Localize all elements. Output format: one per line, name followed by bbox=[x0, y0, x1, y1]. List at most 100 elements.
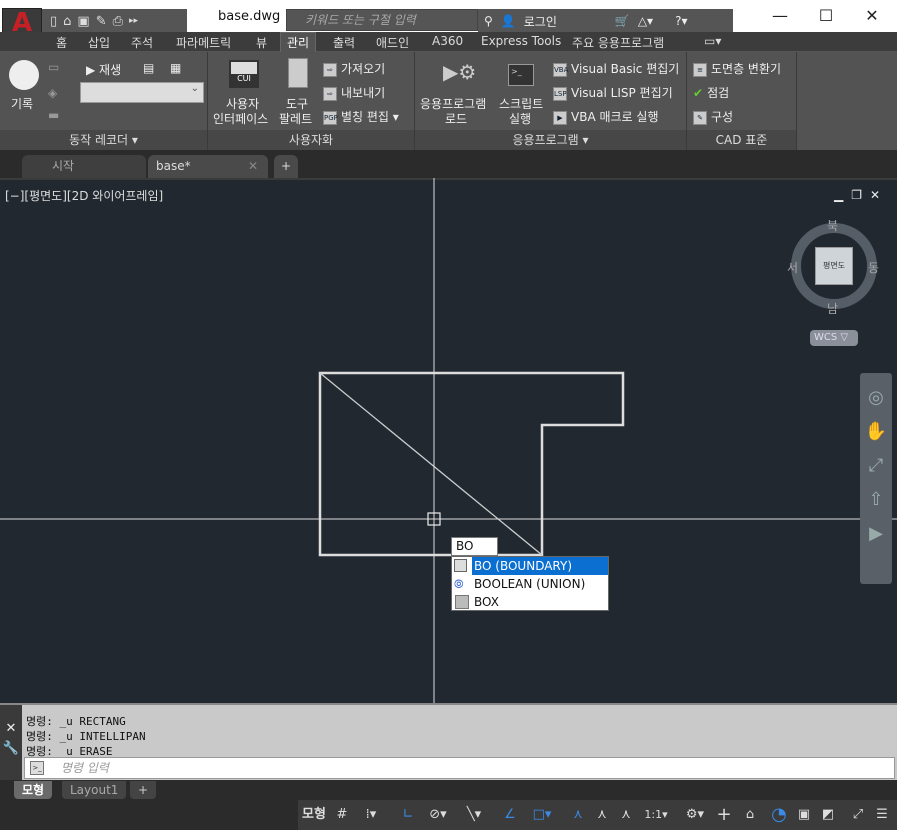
steering-wheel-icon[interactable]: ◎ bbox=[860, 381, 892, 415]
diagonal-line[interactable] bbox=[319, 372, 543, 556]
record-icon[interactable] bbox=[9, 60, 39, 90]
autoscale-icon[interactable]: ⋏ bbox=[592, 804, 612, 826]
edit-aliases-button[interactable]: PGP 별칭 편집 ▾ bbox=[323, 108, 399, 125]
ortho-icon[interactable]: ∟ bbox=[398, 804, 418, 826]
new-layout-button[interactable]: + bbox=[130, 781, 157, 799]
grid-icon[interactable]: # bbox=[332, 804, 352, 826]
preferences-icon[interactable]: ▤ bbox=[143, 61, 154, 75]
hardware-acceleration-icon[interactable]: ◩ bbox=[818, 804, 838, 826]
tool-palette-icon[interactable] bbox=[288, 58, 308, 88]
close-tab-icon[interactable]: ✕ bbox=[248, 155, 258, 177]
panel-label[interactable]: 응용프로그램 ▾ bbox=[415, 130, 686, 150]
print-icon[interactable]: ⎙ bbox=[113, 14, 123, 29]
tab-a360[interactable]: A360 bbox=[432, 34, 463, 48]
search-input[interactable]: 키워드 또는 구절 입력 bbox=[286, 9, 478, 31]
tab-featured-apps[interactable]: 주요 응용프로그램 bbox=[572, 34, 664, 51]
fullscreen-icon[interactable]: ⤢ bbox=[848, 804, 868, 826]
save-as-icon[interactable]: ✎ bbox=[96, 14, 107, 29]
file-tab-base[interactable]: base* ✕ bbox=[148, 155, 268, 178]
save-icon[interactable]: ▣ bbox=[77, 14, 89, 29]
new-icon[interactable]: ▯ bbox=[50, 14, 57, 29]
tab-model[interactable]: 모형 bbox=[14, 781, 53, 799]
lisp-editor-button[interactable]: LSP Visual LISP 편집기 bbox=[553, 84, 673, 101]
layer-translator-button[interactable]: ≡ 도면층 변환기 bbox=[693, 60, 781, 77]
import-button[interactable]: ⇨ 가져오기 bbox=[323, 60, 385, 77]
lock-ui-icon[interactable]: ▣ bbox=[794, 804, 814, 826]
pan-icon[interactable]: ✋ bbox=[860, 415, 892, 449]
check-button[interactable]: ✔ 점검 bbox=[693, 84, 729, 101]
viewport-controls[interactable]: [−][평면도][2D 와이어프레임] bbox=[5, 187, 163, 204]
tab-addins[interactable]: 애드인 bbox=[376, 34, 409, 51]
tab-home[interactable]: 홈 bbox=[56, 34, 67, 51]
object-snap-icon[interactable]: □▾ bbox=[524, 804, 560, 826]
orbit-icon[interactable]: ⇧ bbox=[860, 483, 892, 517]
vb-editor-button[interactable]: VBA Visual Basic 편집기 bbox=[553, 60, 679, 77]
open-icon[interactable]: ⌂ bbox=[63, 14, 71, 29]
tab-manage[interactable]: 관리 bbox=[280, 32, 317, 52]
customize-wrench-icon[interactable]: 🔧 bbox=[0, 739, 22, 759]
l-shape-polyline[interactable] bbox=[318, 371, 625, 557]
tab-view[interactable]: 뷰 bbox=[256, 34, 267, 51]
macro-dropdown[interactable]: ⌄ bbox=[80, 82, 204, 103]
a360-icon[interactable]: △▾ bbox=[638, 14, 653, 28]
drawing-canvas[interactable] bbox=[0, 178, 897, 703]
quick-properties-icon[interactable]: ◔ bbox=[768, 804, 790, 826]
tab-annotate[interactable]: 주석 bbox=[131, 34, 153, 51]
units-icon[interactable]: ⌂ bbox=[740, 804, 760, 826]
polar-icon[interactable]: ⊘▾ bbox=[422, 804, 454, 826]
compass-north[interactable]: 북 bbox=[827, 217, 838, 234]
tab-insert[interactable]: 삽입 bbox=[88, 34, 110, 51]
minimize-button[interactable]: — bbox=[765, 6, 795, 25]
isodraft-icon[interactable]: ╲▾ bbox=[458, 804, 490, 826]
annotation-scale-icon[interactable]: ⋏ bbox=[616, 804, 636, 826]
tab-output[interactable]: 출력 bbox=[333, 34, 355, 51]
model-space-button[interactable]: 모형 bbox=[300, 804, 328, 826]
compass-east[interactable]: 동 bbox=[868, 259, 879, 276]
viewcube-top-face[interactable]: 평면도 bbox=[815, 247, 853, 285]
play-button[interactable]: ▶ 재생 bbox=[86, 61, 121, 78]
snap-icon[interactable]: ⁞▾ bbox=[356, 804, 386, 826]
maximize-button[interactable]: ☐ bbox=[811, 6, 841, 25]
object-snap-tracking-icon[interactable]: ∠ bbox=[500, 804, 520, 826]
close-command-icon[interactable]: ✕ bbox=[0, 719, 22, 739]
annotation-scale-dropdown[interactable]: 1:1▾ bbox=[640, 804, 672, 826]
message-icon[interactable]: ▭ bbox=[48, 60, 59, 74]
login-button[interactable]: 로그인 bbox=[524, 13, 557, 30]
compass-south[interactable]: 남 bbox=[827, 300, 838, 317]
run-vba-macro-button[interactable]: ▶ VBA 매크로 실행 bbox=[553, 108, 658, 125]
cui-icon[interactable]: CUI bbox=[229, 60, 259, 88]
export-button[interactable]: ⇨ 내보내기 bbox=[323, 84, 385, 101]
cart-icon[interactable]: 🛒 bbox=[615, 14, 630, 28]
showmotion-icon[interactable]: ▶ bbox=[860, 517, 892, 551]
compass-west[interactable]: 서 bbox=[787, 259, 798, 276]
new-tab-button[interactable]: + bbox=[274, 155, 298, 178]
annotation-monitor-icon[interactable]: + bbox=[714, 804, 734, 826]
user-input-icon[interactable]: ◈ bbox=[48, 86, 57, 100]
customize-menu-icon[interactable]: ☰ bbox=[872, 804, 892, 826]
load-application-icon[interactable]: ▶⚙ bbox=[443, 60, 476, 84]
more-icon[interactable]: ▸▸ bbox=[129, 16, 138, 26]
command-input[interactable]: >_ 명령 입력 bbox=[24, 757, 895, 779]
configure-button[interactable]: ✎ 구성 bbox=[693, 108, 733, 125]
ribbon-minimize-icon[interactable]: ▭▾ bbox=[704, 34, 721, 48]
zoom-extents-icon[interactable]: ⤢ bbox=[860, 449, 892, 483]
workspace-gear-icon[interactable]: ⚙▾ bbox=[678, 804, 712, 826]
suggestion-box[interactable]: BOX bbox=[452, 593, 608, 611]
panel-label[interactable]: 동작 레코더 ▾ bbox=[0, 130, 207, 150]
manage-macros-icon[interactable]: ▦ bbox=[170, 61, 181, 75]
suggestion-boundary[interactable]: BO (BOUNDARY) bbox=[454, 557, 608, 575]
tab-parametric[interactable]: 파라메트릭 bbox=[176, 34, 231, 51]
suggestion-boolean-union[interactable]: ⦾ BOOLEAN (UNION) bbox=[452, 575, 608, 593]
close-button[interactable]: ✕ bbox=[857, 6, 887, 25]
record-button[interactable]: 기록 bbox=[11, 95, 33, 112]
viewport-window-controls[interactable]: ▁❐✕ bbox=[834, 188, 888, 202]
run-script-icon[interactable]: >_ bbox=[508, 64, 534, 86]
base-point-icon[interactable]: ▬ bbox=[48, 108, 59, 122]
tab-layout1[interactable]: Layout1 bbox=[62, 781, 127, 799]
annotation-visibility-icon[interactable]: ⋏ bbox=[568, 804, 588, 826]
dynamic-input-field[interactable]: BO bbox=[451, 537, 498, 556]
ucs-menu[interactable]: WCS ▽ bbox=[810, 330, 858, 346]
help-icon[interactable]: ?▾ bbox=[675, 14, 687, 28]
binoculars-icon[interactable]: ⚲ bbox=[484, 14, 493, 28]
command-prompt-icon[interactable]: >_ bbox=[30, 761, 44, 775]
